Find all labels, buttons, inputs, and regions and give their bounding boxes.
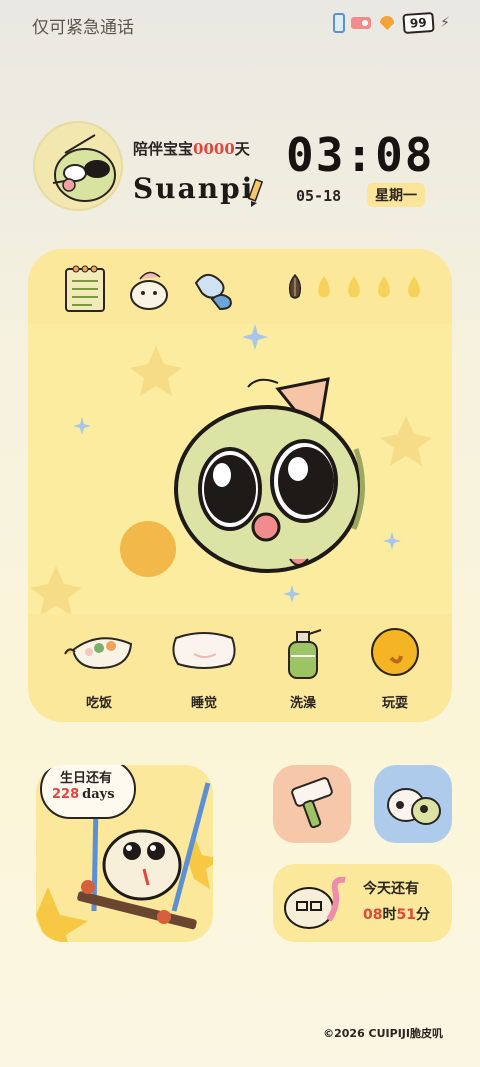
- food-drop-icon: [378, 276, 390, 298]
- brush-card[interactable]: [273, 765, 351, 843]
- nfc-icon: [333, 13, 346, 33]
- pet-friends-icon: [387, 788, 441, 825]
- bird-avatar-icon: [52, 134, 116, 202]
- pencil-icon[interactable]: [245, 178, 265, 208]
- pet-friends-card[interactable]: [374, 765, 452, 843]
- date-text: 05-18: [296, 187, 342, 205]
- brush-icon: [291, 777, 333, 829]
- sim-icon: [351, 17, 372, 29]
- pet-bath-icon[interactable]: [126, 263, 172, 315]
- countdown-value: 08时51分: [363, 904, 430, 924]
- action-eat-label: 吃饭: [85, 696, 112, 711]
- countdown-card[interactable]: 今天还有 08时51分: [273, 864, 452, 942]
- countdown-hours: 08: [363, 907, 383, 923]
- action-sleep-label: 睡觉: [190, 696, 217, 711]
- pillow-icon: [172, 632, 236, 669]
- charging-icon: ⚡: [440, 15, 450, 31]
- carrier-text: 仅可紧急通话: [32, 18, 134, 38]
- actions-bar: 吃饭 睡觉 洗澡 玩耍: [32, 614, 448, 718]
- countdown-minutes: 51: [396, 907, 416, 923]
- birthday-count-line: 228 days: [52, 787, 115, 802]
- action-sleep[interactable]: 睡觉: [159, 624, 249, 712]
- action-eat[interactable]: 吃饭: [54, 624, 144, 712]
- food-drop-icon: [318, 276, 330, 298]
- food-drop-icon: [348, 276, 360, 298]
- wave-icon[interactable]: [190, 263, 236, 315]
- birthday-label: 生日还有: [60, 771, 113, 786]
- status-icons: 99 ⚡: [333, 11, 450, 35]
- companion-days-prefix: 陪伴宝宝: [133, 140, 194, 158]
- notebook-icon[interactable]: [62, 263, 108, 315]
- action-play[interactable]: 玩耍: [350, 624, 440, 712]
- battery-icon: 99: [402, 11, 435, 35]
- food-bowl-icon: [64, 637, 133, 670]
- companion-days-suffix: 天: [234, 140, 250, 158]
- countdown-minutes-unit: 分: [415, 907, 430, 923]
- wifi-icon: [377, 16, 397, 30]
- action-bath[interactable]: 洗澡: [258, 624, 348, 712]
- countdown-hours-unit: 时: [382, 907, 397, 923]
- pet-character[interactable]: [118, 369, 378, 589]
- companion-days-title: 陪伴宝宝0000天: [133, 138, 250, 159]
- birthday-card[interactable]: 生日还有 228 days: [36, 765, 213, 942]
- top-icon-row: [28, 249, 452, 329]
- pet-main-card: 吃饭 睡觉 洗澡 玩耍: [28, 249, 452, 722]
- clock-time: 03:08: [286, 128, 435, 182]
- toy-ball: [120, 521, 176, 577]
- bird-worm-icon: [284, 876, 346, 929]
- copyright-text: ©2026 CUIPIJI脆皮叽: [323, 1027, 443, 1040]
- action-play-label: 玩耍: [381, 696, 408, 711]
- ball-icon: [371, 628, 419, 676]
- birthday-days-count: 228: [52, 787, 80, 802]
- weekday-badge: 星期一: [367, 183, 425, 207]
- avatar[interactable]: [33, 121, 123, 211]
- shampoo-icon: [288, 629, 322, 679]
- countdown-title: 今天还有: [363, 881, 419, 897]
- companion-days-count: 0000: [193, 140, 235, 158]
- status-bar: 仅可紧急通话 99 ⚡: [0, 0, 480, 48]
- birthday-bubble: 生日还有 228 days: [40, 765, 136, 819]
- pet-name[interactable]: Suanpi: [133, 172, 254, 205]
- food-drop-icon: [408, 276, 420, 298]
- birthday-days-unit: days: [82, 787, 115, 802]
- seed-icon: [288, 274, 302, 299]
- action-bath-label: 洗澡: [289, 696, 316, 711]
